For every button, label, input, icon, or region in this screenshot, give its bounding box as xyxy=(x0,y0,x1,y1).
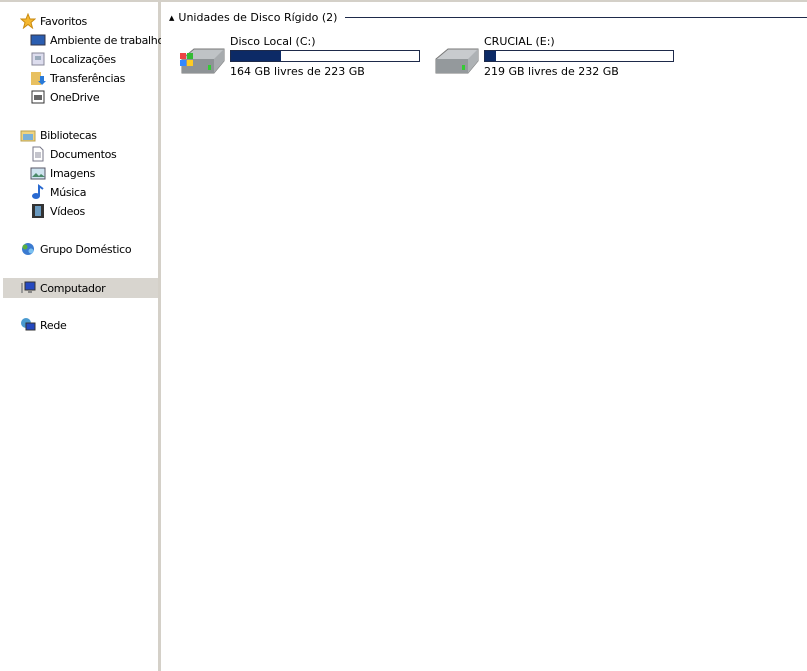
homegroup-icon xyxy=(22,243,34,255)
recent-places-icon xyxy=(31,52,45,66)
collapse-arrow-icon[interactable]: ▲ xyxy=(169,14,174,22)
downloads-icon xyxy=(31,72,46,85)
group-divider xyxy=(345,17,807,18)
nav-label: Ambiente de trabalho xyxy=(50,33,164,47)
nav-label: OneDrive xyxy=(50,90,100,104)
onedrive-icon xyxy=(31,90,45,104)
nav-label: Imagens xyxy=(50,166,96,180)
system-drive-icon xyxy=(180,48,225,74)
nav-onedrive[interactable]: OneDrive xyxy=(30,88,100,106)
library-folder-icon xyxy=(20,130,36,142)
drive-usage-bar xyxy=(230,50,420,62)
group-header[interactable]: ▲ Unidades de Disco Rígido (2) xyxy=(169,11,807,24)
picture-icon xyxy=(30,167,46,180)
drive-free-space: 164 GB livres de 223 GB xyxy=(230,65,365,78)
nav-network[interactable]: Rede xyxy=(20,316,67,334)
drive-usage-fill xyxy=(485,51,496,61)
nav-label: Vídeos xyxy=(50,204,85,218)
nav-favorites[interactable]: Favoritos xyxy=(20,12,87,30)
nav-videos[interactable]: Vídeos xyxy=(30,202,85,220)
drive-free-space: 219 GB livres de 232 GB xyxy=(484,65,619,78)
music-note-icon xyxy=(32,184,44,199)
drive-usage-bar xyxy=(484,50,674,62)
nav-label: Rede xyxy=(40,318,67,332)
star-icon xyxy=(20,13,36,29)
nav-label: Computador xyxy=(40,281,106,295)
computer-icon xyxy=(21,281,36,293)
content-pane: ▲ Unidades de Disco Rígido (2) Disco Loc… xyxy=(161,2,807,671)
hard-drive-icon xyxy=(435,48,479,74)
film-icon xyxy=(32,204,44,218)
nav-label: Grupo Doméstico xyxy=(40,242,132,256)
nav-label: Favoritos xyxy=(40,14,87,28)
nav-desktop[interactable]: Ambiente de trabalho xyxy=(30,31,164,49)
nav-label: Transferências xyxy=(50,71,126,85)
nav-homegroup[interactable]: Grupo Doméstico xyxy=(20,240,132,258)
drive-e[interactable]: CRUCIAL (E:) 219 GB livres de 232 GB xyxy=(432,35,682,80)
drive-usage-fill xyxy=(231,51,281,61)
nav-label: Música xyxy=(50,185,87,199)
network-icon xyxy=(21,318,36,331)
drive-name: CRUCIAL (E:) xyxy=(484,35,555,48)
desktop-icon xyxy=(30,34,46,46)
nav-documents[interactable]: Documentos xyxy=(30,145,117,163)
nav-computer[interactable]: Computador xyxy=(3,278,158,298)
nav-music[interactable]: Música xyxy=(30,183,87,201)
nav-label: Localizações xyxy=(50,52,116,66)
drive-name: Disco Local (C:) xyxy=(230,35,316,48)
nav-images[interactable]: Imagens xyxy=(30,164,95,182)
group-title: Unidades de Disco Rígido (2) xyxy=(178,11,338,24)
nav-locations[interactable]: Localizações xyxy=(30,50,116,68)
nav-label: Documentos xyxy=(50,147,117,161)
drive-c[interactable]: Disco Local (C:) 164 GB livres de 223 GB xyxy=(178,35,428,80)
navigation-pane: Favoritos Ambiente de trabalho Localizaç… xyxy=(0,2,164,671)
nav-label: Bibliotecas xyxy=(40,128,97,142)
nav-libraries[interactable]: Bibliotecas xyxy=(20,126,97,144)
document-icon xyxy=(32,146,44,162)
nav-downloads[interactable]: Transferências xyxy=(30,69,125,87)
